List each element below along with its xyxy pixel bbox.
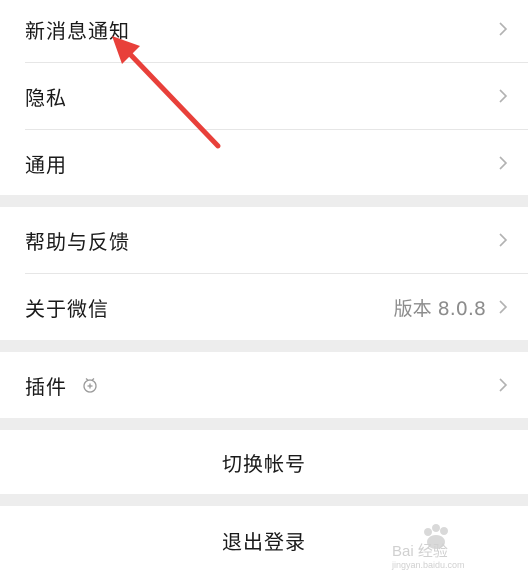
watermark-subtext: jingyan.baidu.com [391,560,465,570]
chevron-right-icon [499,233,508,247]
settings-item-label: 帮助与反馈 [25,229,130,254]
settings-item-label: 隐私 [25,85,67,110]
chevron-right-icon [499,378,508,392]
settings-item-label: 关于微信 [25,296,109,321]
settings-item-label: 新消息通知 [25,18,130,43]
baidu-jingyan-watermark: Bai 经验 jingyan.baidu.com [388,518,518,570]
chevron-right-icon [499,300,508,314]
settings-group-2: 帮助与反馈 关于微信 版本 8.0.8 [0,207,528,340]
settings-group-3: 插件 [0,352,528,418]
settings-item-label: 插件 [25,374,67,399]
logout-label: 退出登录 [222,529,306,554]
settings-item-about-wechat[interactable]: 关于微信 版本 8.0.8 [0,274,528,340]
settings-item-plugins[interactable]: 插件 [0,352,528,418]
chevron-right-icon [499,89,508,103]
version-value: 版本 8.0.8 [393,297,486,320]
settings-group-1: 新消息通知 隐私 通用 [0,0,528,195]
watermark-text: Bai 经验 [392,543,448,560]
switch-account-button[interactable]: 切换帐号 [0,430,528,494]
plugin-icon [83,378,97,393]
settings-item-help-feedback[interactable]: 帮助与反馈 [0,207,528,273]
wechat-settings-screen: 新消息通知 隐私 通用 帮助与反馈 关于微信 版本 8.0.8 插件 切换帐号 … [0,0,528,574]
watermark-logo-icon: Bai 经验 jingyan.baidu.com [391,524,465,570]
settings-item-new-message-notification[interactable]: 新消息通知 [0,0,528,62]
settings-item-general[interactable]: 通用 [0,130,528,196]
settings-item-privacy[interactable]: 隐私 [0,63,528,129]
settings-item-label: 通用 [25,152,67,177]
switch-account-label: 切换帐号 [222,451,306,476]
chevron-right-icon [499,156,508,170]
chevron-right-icon [499,22,508,36]
